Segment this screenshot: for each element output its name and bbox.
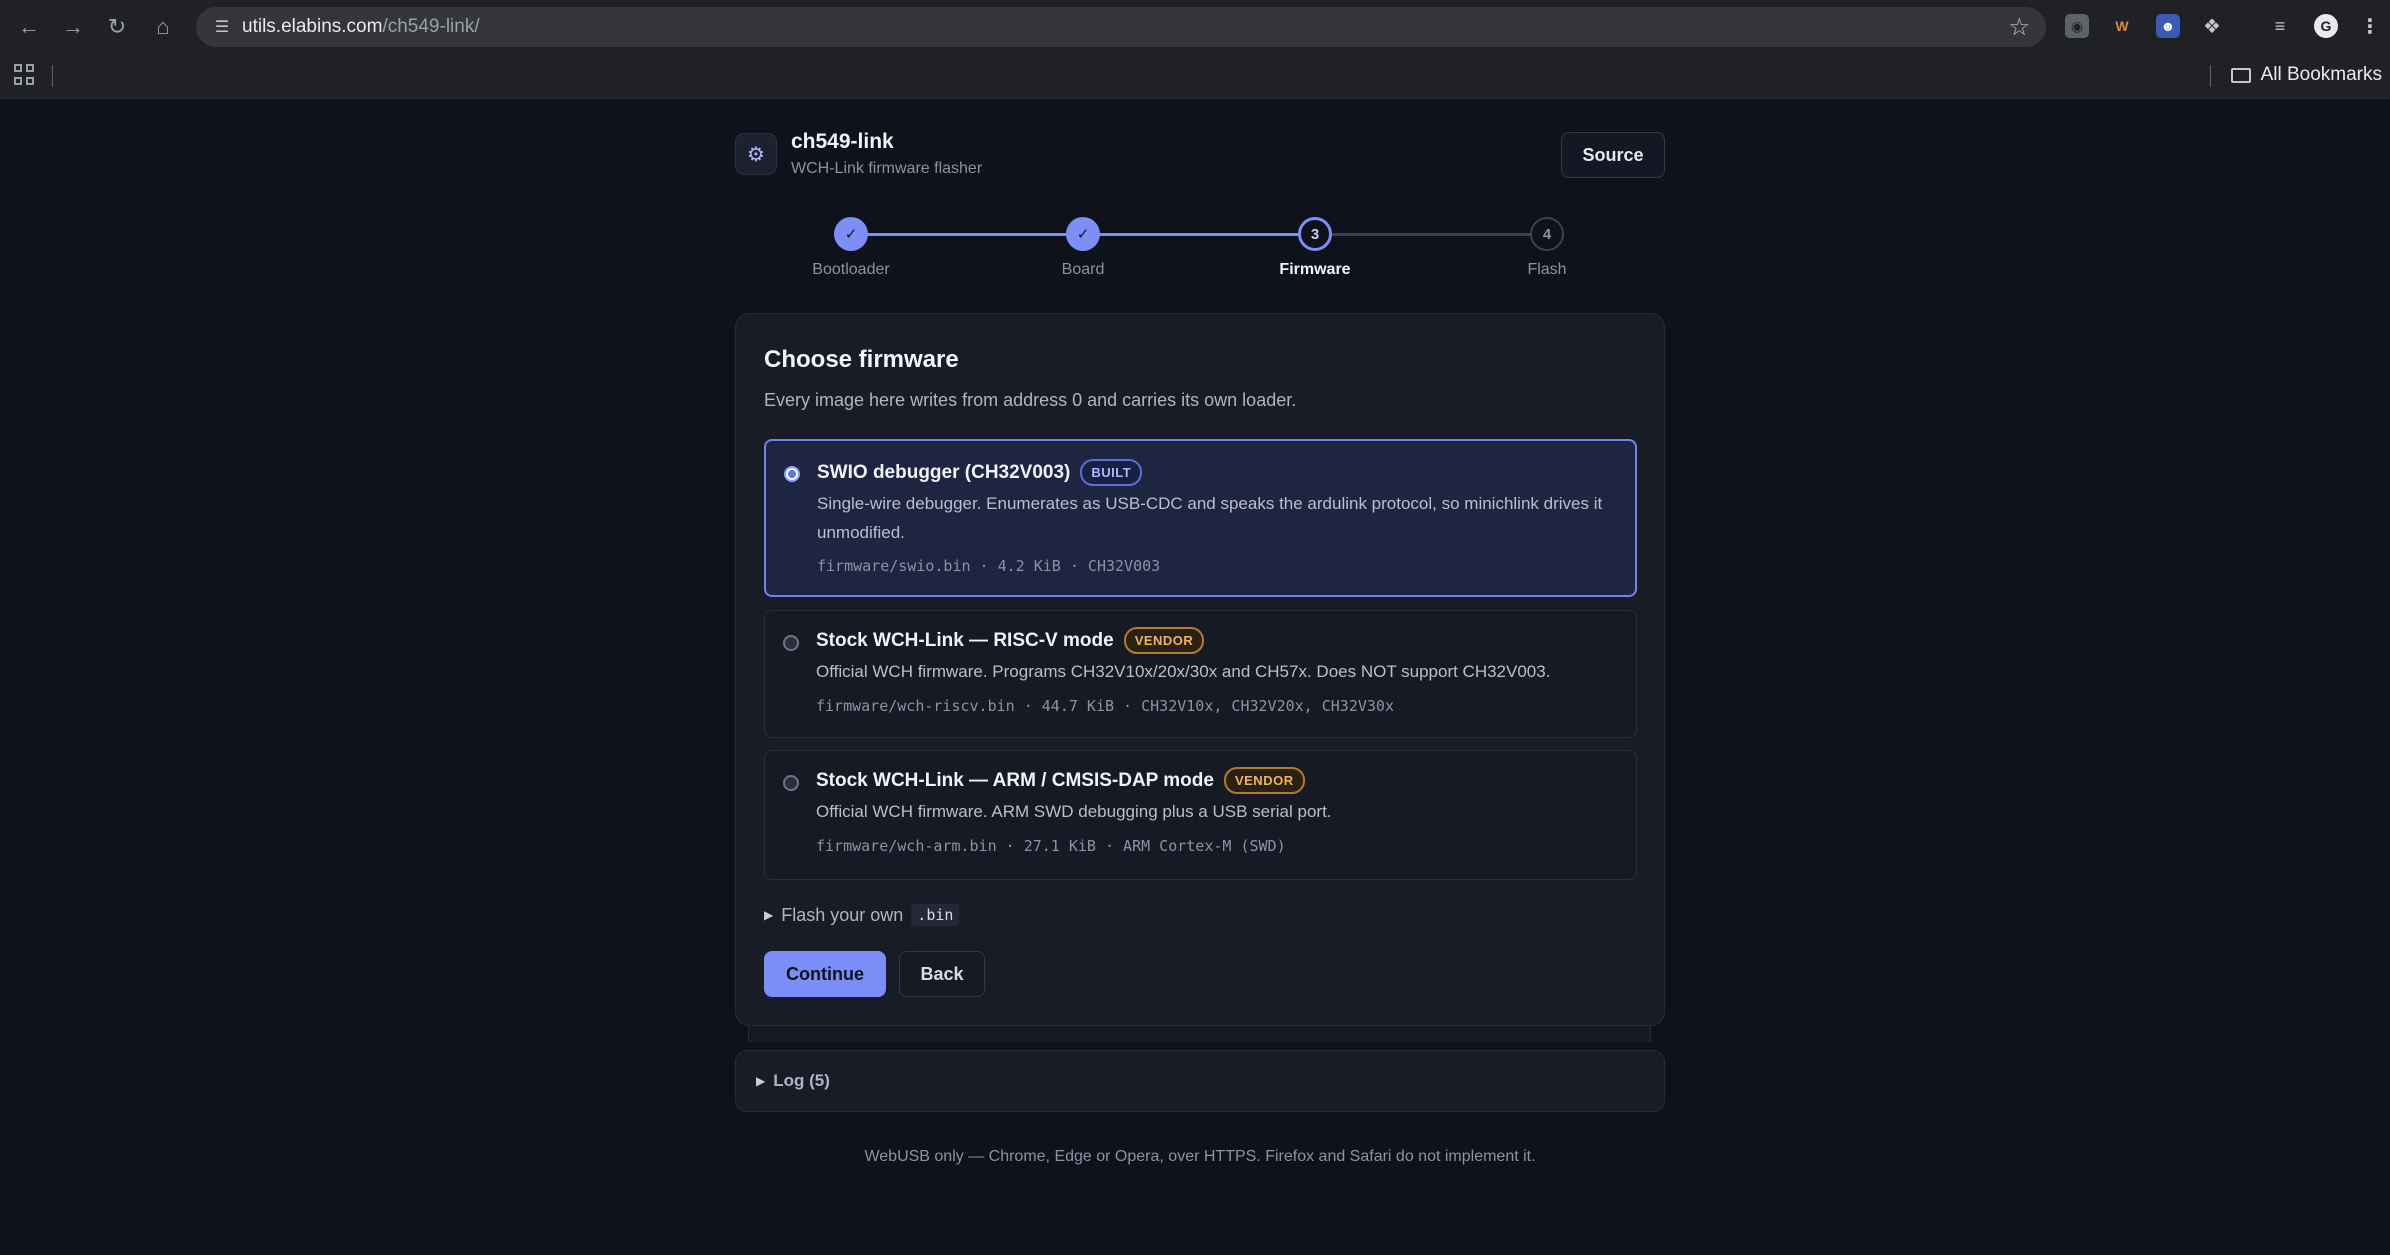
camera-extension-icon[interactable]: ◉ <box>2065 14 2089 38</box>
vendor-badge: VENDOR <box>1223 767 1305 794</box>
all-bookmarks-label: All Bookmarks <box>2260 64 2382 85</box>
option-meta: firmware/wch-riscv.bin · 44.7 KiB · CH32… <box>816 697 1394 715</box>
firmware-option-riscv[interactable]: Stock WCH-Link — RISC-V mode VENDOR Offi… <box>764 610 1637 738</box>
media-queue-icon[interactable]: ≡ <box>2268 14 2292 38</box>
progress-stepper: ✓ Bootloader ✓ Board 3 Firmware 4 Flash <box>735 215 1665 285</box>
reload-icon[interactable]: ↻ <box>102 12 132 42</box>
bookmark-separator <box>52 65 53 87</box>
option-description: Official WCH firmware. ARM SWD debugging… <box>816 802 1332 821</box>
option-title: Stock WCH-Link — RISC-V mode VENDOR <box>816 627 1205 654</box>
url-path: /ch549-link/ <box>382 16 480 37</box>
continue-button[interactable]: Continue <box>764 951 886 997</box>
step-label: Board <box>1061 261 1105 278</box>
option-title-text: SWIO debugger (CH32V003) <box>817 461 1071 483</box>
option-title: SWIO debugger (CH32V003) BUILT <box>817 459 1143 486</box>
app-header: ⚙ ch549-link WCH-Link firmware flasher S… <box>735 130 1665 182</box>
step-number: 3 <box>1298 217 1332 251</box>
folder-icon <box>2230 67 2251 83</box>
menu-kebab-icon[interactable]: ⋮ <box>2358 14 2382 38</box>
back-arrow-icon[interactable]: ← <box>14 12 44 42</box>
apps-grid-icon[interactable] <box>14 64 36 86</box>
footer-note: WebUSB only — Chrome, Edge or Opera, ove… <box>864 1148 1536 1165</box>
profile-avatar-icon[interactable]: G <box>2314 14 2338 38</box>
step-board: ✓ Board <box>983 215 1183 279</box>
firmware-option-arm[interactable]: Stock WCH-Link — ARM / CMSIS-DAP mode VE… <box>764 750 1637 880</box>
url-text[interactable]: utils.elabins.com/ch549-link/ <box>242 16 480 38</box>
option-description: Single-wire debugger. Enumerates as USB-… <box>817 494 1603 542</box>
browser-toolbar: ← → ↻ ⌂ ☰ utils.elabins.com/ch549-link/ … <box>0 0 2390 53</box>
option-title: Stock WCH-Link — ARM / CMSIS-DAP mode VE… <box>816 767 1305 794</box>
disclosure-triangle-icon: ▶ <box>764 908 774 922</box>
flash-own-label: Flash your own <box>781 904 904 925</box>
extension-w-icon[interactable]: W <box>2110 14 2134 38</box>
forward-arrow-icon[interactable]: → <box>58 12 88 42</box>
home-icon[interactable]: ⌂ <box>148 12 178 42</box>
site-settings-icon[interactable]: ☰ <box>210 15 234 39</box>
option-meta: firmware/swio.bin · 4.2 KiB · CH32V003 <box>817 557 1161 575</box>
app-subtitle: WCH-Link firmware flasher <box>791 160 983 177</box>
radio-button[interactable] <box>783 635 799 651</box>
step-label: Bootloader <box>812 261 890 278</box>
firmware-option-swio[interactable]: SWIO debugger (CH32V003) BUILT Single-wi… <box>764 439 1637 597</box>
step-label: Flash <box>1527 261 1567 278</box>
option-description: Official WCH firmware. Programs CH32V10x… <box>816 662 1551 681</box>
extension-profile-icon[interactable]: ☻ <box>2156 14 2180 38</box>
step-label: Firmware <box>1279 261 1351 278</box>
bookmark-separator <box>2210 65 2211 87</box>
step-bootloader: ✓ Bootloader <box>751 215 951 279</box>
built-badge: BUILT <box>1080 459 1143 486</box>
log-panel[interactable]: ▶ Log (5) <box>735 1050 1665 1112</box>
radio-button[interactable] <box>783 775 799 791</box>
bookmarks-bar: All Bookmarks <box>0 53 2390 99</box>
vendor-badge: VENDOR <box>1123 627 1205 654</box>
all-bookmarks-button[interactable]: All Bookmarks <box>2230 64 2382 86</box>
disclosure-triangle-icon: ▶ <box>756 1074 766 1088</box>
address-bar[interactable]: ☰ utils.elabins.com/ch549-link/ ☆ <box>196 7 2046 47</box>
app-title: ch549-link <box>791 130 894 153</box>
extensions-puzzle-icon[interactable]: ❖ <box>2200 14 2224 38</box>
radio-button[interactable] <box>784 466 800 482</box>
check-icon: ✓ <box>834 217 868 251</box>
option-title-text: Stock WCH-Link — ARM / CMSIS-DAP mode <box>816 769 1214 791</box>
step-flash: 4 Flash <box>1447 215 1647 279</box>
step-number: 4 <box>1530 217 1564 251</box>
bin-extension-code: .bin <box>911 904 960 926</box>
back-button[interactable]: Back <box>899 951 985 997</box>
url-domain: utils.elabins.com <box>242 16 383 37</box>
log-toggle[interactable]: ▶ Log (5) <box>756 1071 830 1091</box>
flash-own-toggle[interactable]: ▶ Flash your own .bin <box>764 904 960 926</box>
firmware-card: Choose firmware Every image here writes … <box>735 313 1665 1026</box>
log-label: Log (5) <box>773 1071 830 1090</box>
source-button[interactable]: Source <box>1561 132 1665 178</box>
option-meta: firmware/wch-arm.bin · 27.1 KiB · ARM Co… <box>816 837 1286 855</box>
option-title-text: Stock WCH-Link — RISC-V mode <box>816 629 1114 651</box>
card-underlay <box>748 1026 1651 1042</box>
bookmark-star-icon[interactable]: ☆ <box>2008 13 2030 42</box>
card-title: Choose firmware <box>764 346 959 373</box>
step-firmware: 3 Firmware <box>1215 215 1415 279</box>
usb-chip-logo-icon: ⚙ <box>735 133 777 175</box>
card-description: Every image here writes from address 0 a… <box>764 390 1297 410</box>
check-icon: ✓ <box>1066 217 1100 251</box>
